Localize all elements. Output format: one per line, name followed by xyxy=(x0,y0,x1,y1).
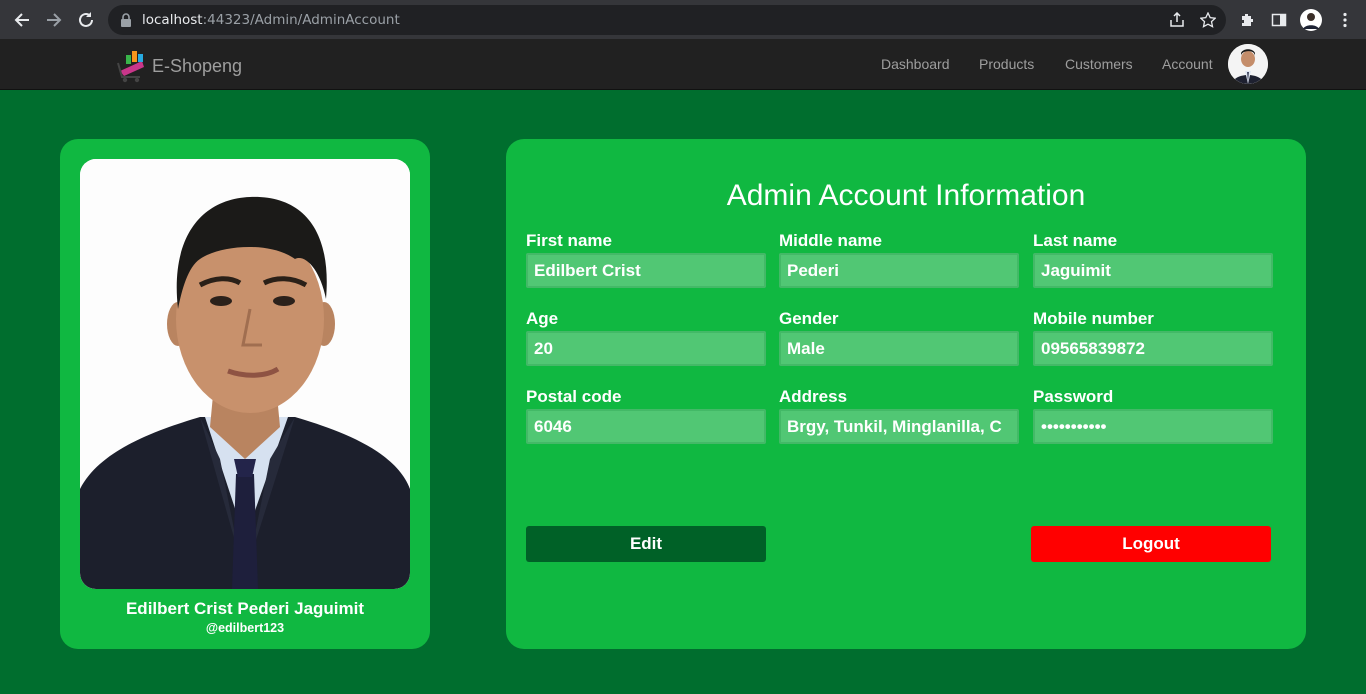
field-password: Password xyxy=(1033,387,1273,444)
middle-name-label: Middle name xyxy=(779,231,882,250)
password-input[interactable] xyxy=(1033,409,1273,444)
field-address: Address xyxy=(779,387,1019,444)
nav-link-customers[interactable]: Customers xyxy=(1065,56,1133,72)
account-info-card: Admin Account Information First name Mid… xyxy=(506,139,1306,649)
side-panel-icon[interactable] xyxy=(1268,9,1290,31)
last-name-label: Last name xyxy=(1033,231,1118,250)
nav-link-dashboard[interactable]: Dashboard xyxy=(881,56,950,72)
password-label: Password xyxy=(1033,387,1114,406)
menu-kebab-icon[interactable] xyxy=(1334,9,1356,31)
shopping-cart-logo-icon xyxy=(114,49,150,83)
postal-code-label: Postal code xyxy=(526,387,622,406)
address-url: localhost:44323/Admin/AdminAccount xyxy=(142,12,400,28)
gender-label: Gender xyxy=(779,309,839,328)
field-middle-name: Middle name xyxy=(779,231,1019,288)
address-bar[interactable]: localhost:44323/Admin/AdminAccount xyxy=(108,5,1226,35)
navbar-avatar[interactable] xyxy=(1228,44,1268,84)
forward-icon[interactable] xyxy=(42,8,66,32)
field-mobile-number: Mobile number xyxy=(1033,309,1273,366)
edit-button[interactable]: Edit xyxy=(526,526,766,562)
first-name-label: First name xyxy=(526,231,612,250)
brand[interactable]: E-Shopeng xyxy=(114,49,242,83)
mobile-number-label: Mobile number xyxy=(1033,309,1154,328)
account-info-title: Admin Account Information xyxy=(726,179,1086,212)
back-icon[interactable] xyxy=(10,8,34,32)
nav-link-account[interactable]: Account xyxy=(1162,56,1213,72)
field-age: Age xyxy=(526,309,766,366)
brand-name: E-Shopeng xyxy=(152,55,243,76)
age-label: Age xyxy=(526,309,559,328)
address-input[interactable] xyxy=(779,409,1019,444)
age-input[interactable] xyxy=(526,331,766,366)
reload-icon[interactable] xyxy=(74,8,98,32)
mobile-number-input[interactable] xyxy=(1033,331,1273,366)
browser-toolbar: localhost:44323/Admin/AdminAccount xyxy=(0,0,1366,39)
lock-icon xyxy=(120,13,132,32)
field-postal-code: Postal code xyxy=(526,387,766,444)
app-navbar: E-Shopeng Dashboard Products Customers A… xyxy=(0,39,1366,90)
share-icon[interactable] xyxy=(1166,9,1188,31)
last-name-input[interactable] xyxy=(1033,253,1273,288)
field-gender: Gender xyxy=(779,309,1019,366)
field-first-name: First name xyxy=(526,231,766,288)
profile-card: Edilbert Crist Pederi Jaguimit @edilbert… xyxy=(60,139,430,649)
bookmark-star-icon[interactable] xyxy=(1197,9,1219,31)
gender-input[interactable] xyxy=(779,331,1019,366)
profile-username: @edilbert123 xyxy=(205,621,285,635)
field-last-name: Last name xyxy=(1033,231,1273,288)
profile-full-name: Edilbert Crist Pederi Jaguimit xyxy=(125,599,365,618)
profile-avatar-icon[interactable] xyxy=(1300,9,1322,31)
middle-name-input[interactable] xyxy=(779,253,1019,288)
url-path: :44323/Admin/AdminAccount xyxy=(202,12,400,28)
postal-code-input[interactable] xyxy=(526,409,766,444)
extensions-icon[interactable] xyxy=(1236,9,1258,31)
profile-photo xyxy=(80,159,410,589)
nav-link-products[interactable]: Products xyxy=(979,56,1034,72)
first-name-input[interactable] xyxy=(526,253,766,288)
logout-button[interactable]: Logout xyxy=(1031,526,1271,562)
address-label: Address xyxy=(779,387,848,406)
url-host: localhost xyxy=(142,12,203,28)
